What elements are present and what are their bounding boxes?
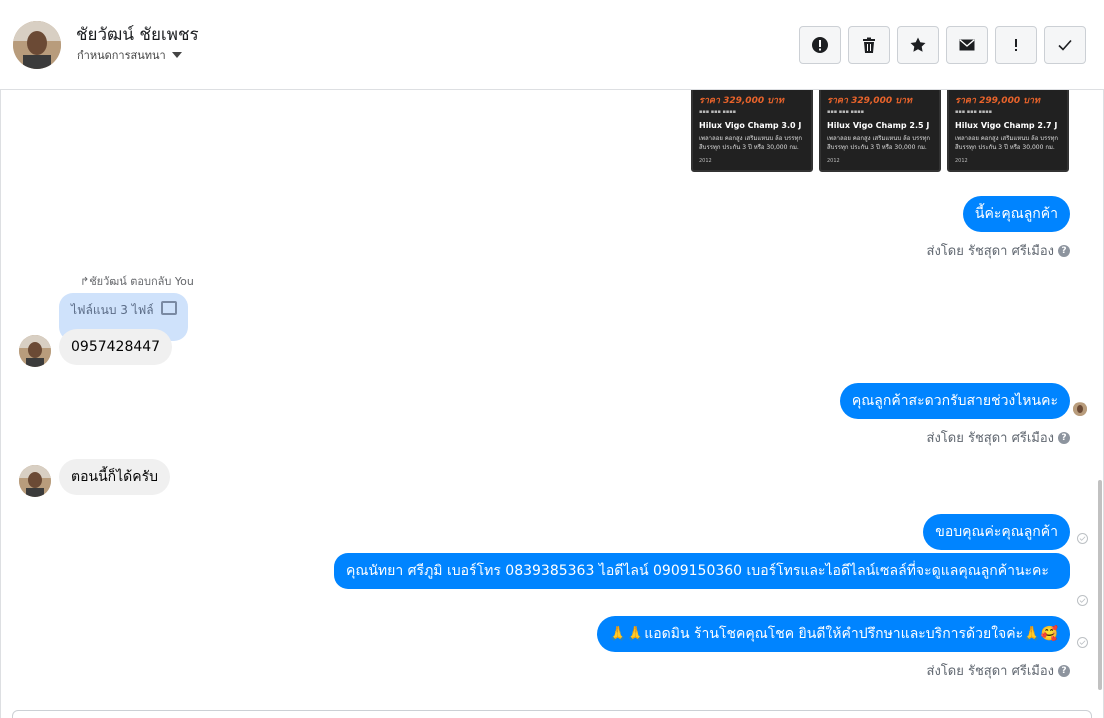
card-meta: ▪▪▪ ▪▪▪ ▪▪▪▪ [699,109,737,115]
star-icon [910,37,926,52]
card-meta: ▪▪▪ ▪▪▪ ▪▪▪▪ [955,109,993,115]
reply-note: ↱ชัยวัฒน์ ตอบกลับ You [80,272,194,290]
card-price: ราคา 329,000 บาท [827,96,912,106]
done-button[interactable] [1044,26,1086,64]
card-desc: เพลาลอย คอกสูง เสริมแหนบ ล้อ บรรทุก สีบร… [699,135,803,151]
star-button[interactable] [897,26,939,64]
message-composer[interactable] [12,710,1092,718]
exclamation-icon [1015,39,1017,51]
thread-header: ชัยวัฒน์ ชัยเพชร กำหนดการสนทนา [0,0,1104,90]
help-icon[interactable]: ? [1058,664,1070,677]
incoming-message[interactable]: 0957428447 [59,329,173,365]
envelope-icon [959,39,975,51]
check-icon [1058,39,1072,51]
card-year: 2012 [699,158,712,164]
image-icon [161,301,177,315]
card-price: ราคา 299,000 บาท [955,96,1040,106]
delivered-icon [1077,533,1088,544]
card-model: Hilux Vigo Champ 2.7 J [955,121,1058,130]
card-meta: ▪▪▪ ▪▪▪ ▪▪▪▪ [827,109,865,115]
car-listing-image[interactable]: ราคา 329,000 บาท ▪▪▪ ▪▪▪ ▪▪▪▪ Hilux Vigo… [691,90,813,172]
sent-by-text: ส่งโดย รัชสุดา ศรีเมือง [926,664,1054,679]
card-year: 2012 [955,158,968,164]
sent-by-label: ส่งโดย รัชสุดา ศรีเมือง ? [927,427,1070,448]
outgoing-message[interactable]: คุณนัทยา ศรีภูมิ เบอร์โทร 0839385363 ไอด… [334,553,1070,589]
scrollbar[interactable] [1098,480,1102,690]
mark-unread-button[interactable] [946,26,988,64]
delete-button[interactable] [848,26,890,64]
card-model: Hilux Vigo Champ 2.5 J [827,121,930,130]
contact-avatar[interactable] [13,21,61,69]
delivered-icon [1077,595,1088,606]
contact-avatar-small[interactable] [19,465,51,497]
delivered-icon [1077,637,1088,648]
card-model: Hilux Vigo Champ 3.0 J [699,121,802,130]
card-year: 2012 [827,158,840,164]
car-listing-image[interactable]: ราคา 329,000 บาท ▪▪▪ ▪▪▪ ▪▪▪▪ Hilux Vigo… [819,90,941,172]
contact-name[interactable]: ชัยวัฒน์ ชัยเพชร [76,21,199,48]
sent-by-text: ส่งโดย รัชสุดา ศรีเมือง [926,431,1054,446]
outgoing-message[interactable]: 🙏🙏แอดมิน ร้านโชคคุณโชค ยินดีให้คำปรึกษาแ… [597,616,1070,652]
read-receipt-avatar [1073,402,1087,416]
thread-toolbar [799,26,1086,64]
incoming-message[interactable]: ตอนนี้ก็ได้ครับ [59,459,171,495]
car-listing-image[interactable]: ราคา 299,000 บาท ▪▪▪ ▪▪▪ ▪▪▪▪ Hilux Vigo… [947,90,1069,172]
outgoing-message[interactable]: นี้ค่ะคุณลูกค้า [962,196,1070,232]
contact-avatar-small[interactable] [19,335,51,367]
spam-button[interactable] [799,26,841,64]
sent-by-label: ส่งโดย รัชสุดา ศรีเมือง ? [927,240,1070,261]
caret-down-icon [171,52,182,58]
sent-by-text: ส่งโดย รัชสุดา ศรีเมือง [926,244,1054,259]
trash-icon [863,37,875,53]
outgoing-message[interactable]: คุณลูกค้าสะดวกรับสายช่วงไหนคะ [839,383,1070,419]
outgoing-message[interactable]: ขอบคุณค่ะคุณลูกค้า [923,514,1070,550]
reply-arrow-icon: ↱ [80,275,90,288]
card-desc: เพลาลอย คอกสูง เสริมแหนบ ล้อ บรรทุก สีบร… [955,135,1059,151]
spam-icon [812,37,828,53]
message-list[interactable]: ราคา 329,000 บาท ▪▪▪ ▪▪▪ ▪▪▪▪ Hilux Vigo… [0,90,1104,710]
assign-label: กำหนดการสนทนา [77,49,166,62]
card-desc: เพลาลอย คอกสูง เสริมแหนบ ล้อ บรรทุก สีบร… [827,135,931,151]
sent-by-label: ส่งโดย รัชสุดา ศรีเมือง ? [927,660,1070,681]
quote-text: ไฟล์แนบ 3 ไฟล์ [71,303,154,317]
follow-up-button[interactable] [995,26,1037,64]
card-price: ราคา 329,000 บาท [699,96,784,106]
image-attachments: ราคา 329,000 บาท ▪▪▪ ▪▪▪ ▪▪▪▪ Hilux Vigo… [691,90,1069,172]
assign-conversation-dropdown[interactable]: กำหนดการสนทนา [77,46,182,64]
reply-note-text: ชัยวัฒน์ ตอบกลับ You [89,275,194,288]
help-icon[interactable]: ? [1058,244,1070,257]
help-icon[interactable]: ? [1058,431,1070,444]
